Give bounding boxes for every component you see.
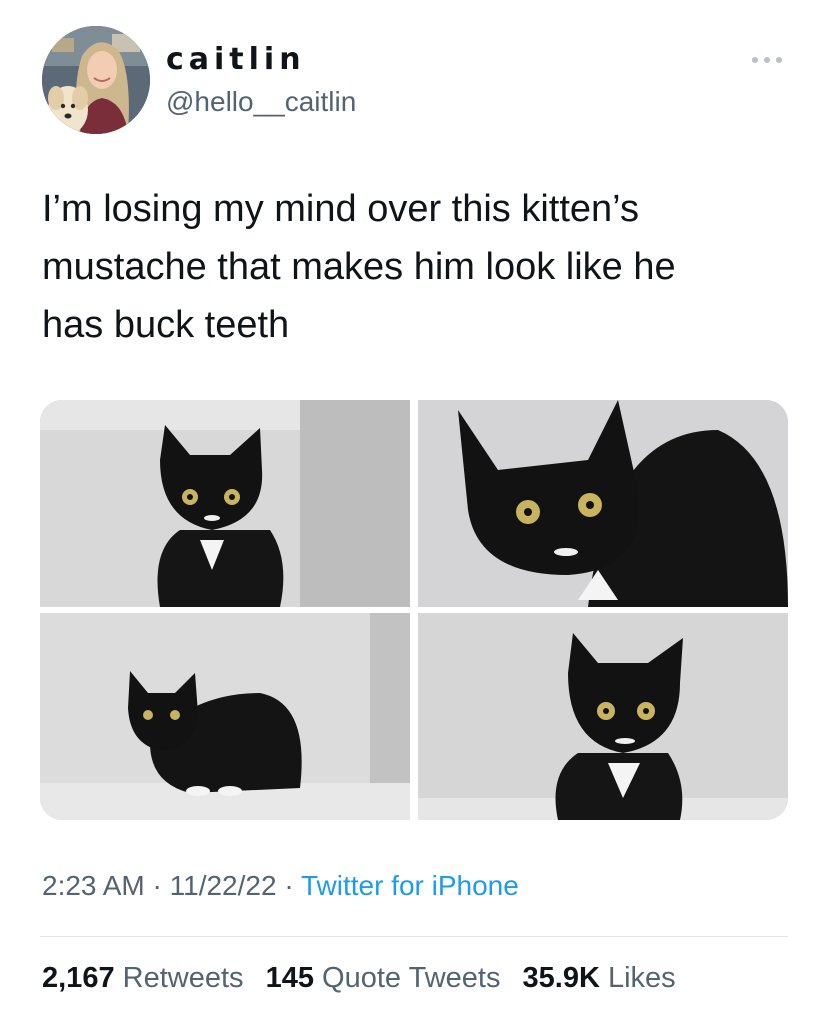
tweet-text-line: mustache that makes him look like he: [42, 246, 676, 288]
quotes-label: Quote Tweets: [322, 962, 501, 994]
avatar[interactable]: [42, 26, 150, 134]
tweet-text: I’m losing my mind over this kitten’s mu…: [42, 180, 802, 354]
tweet-stats: 2,167 Retweets 145 Quote Tweets 35.9K Li…: [42, 962, 676, 995]
user-handle[interactable]: @hello__caitlin: [166, 86, 356, 118]
tweet-text-line: I’m losing my mind over this kitten’s: [42, 188, 639, 230]
meta-separator: ·: [284, 870, 294, 901]
media-photo-2[interactable]: [418, 400, 788, 607]
meta-separator: ·: [152, 870, 162, 901]
likes-count: 35.9K: [522, 962, 600, 994]
retweets-label: Retweets: [122, 962, 244, 994]
tweet-meta: 2:23 AM · 11/22/22 · Twitter for iPhone: [42, 870, 519, 902]
quotes-stat[interactable]: 145 Quote Tweets: [266, 962, 501, 994]
tweet-date[interactable]: 11/22/22: [170, 870, 277, 901]
profile-photo-icon: [42, 26, 150, 134]
tweet: caitlin @hello__caitlin I’m losing my mi…: [0, 0, 828, 1022]
ellipsis-icon[interactable]: [750, 52, 784, 68]
tweet-time[interactable]: 2:23 AM: [42, 870, 145, 901]
media-grid: [40, 400, 788, 820]
tweet-source-link[interactable]: Twitter for iPhone: [301, 870, 519, 901]
retweets-stat[interactable]: 2,167 Retweets: [42, 962, 244, 994]
media-photo-1[interactable]: [40, 400, 410, 607]
quotes-count: 145: [265, 962, 314, 994]
display-name[interactable]: caitlin: [166, 42, 306, 77]
likes-stat[interactable]: 35.9K Likes: [523, 962, 676, 994]
retweets-count: 2,167: [42, 962, 115, 994]
tweet-text-line: has buck teeth: [42, 304, 290, 346]
media-photo-4[interactable]: [418, 613, 788, 820]
media-photo-3[interactable]: [40, 613, 410, 820]
divider: [40, 936, 788, 937]
likes-label: Likes: [607, 962, 676, 994]
